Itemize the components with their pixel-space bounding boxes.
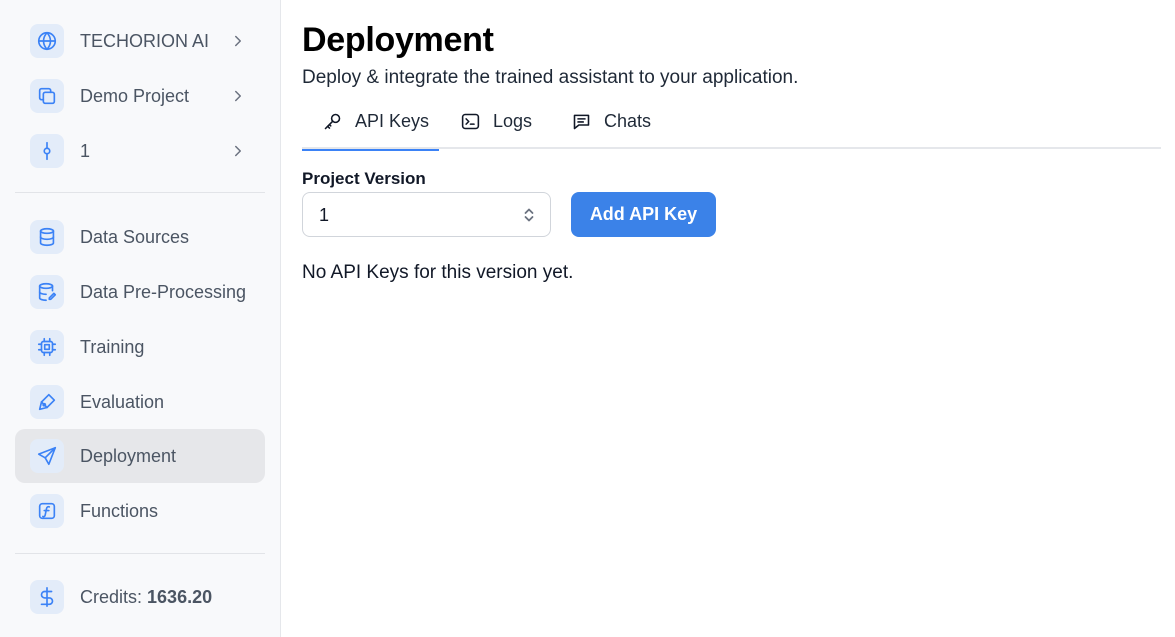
credits-display: Credits: 1636.20: [15, 570, 265, 624]
org-selector[interactable]: TECHORION AI: [15, 14, 265, 68]
tab-chats[interactable]: Chats: [570, 94, 651, 149]
tab-bar: API Keys Logs Chats: [302, 94, 1161, 151]
sidebar-item-training[interactable]: Training: [15, 320, 265, 374]
sidebar-item-label: Deployment: [80, 446, 177, 466]
git-commit-icon: [30, 134, 64, 168]
sidebar-item-label: Evaluation: [80, 392, 165, 412]
database-icon: [30, 220, 64, 254]
sidebar-item-data-pre-processing[interactable]: Data Pre-Processing: [15, 265, 265, 319]
tab-label: Logs: [493, 111, 533, 131]
tab-label: Chats: [604, 111, 652, 131]
cpu-icon: [30, 330, 64, 364]
sidebar-item-label: Functions: [80, 501, 159, 521]
terminal-icon: [459, 111, 481, 133]
empty-state-message: No API Keys for this version yet.: [302, 262, 574, 283]
sidebar-item-label: Data Sources: [80, 227, 190, 247]
credits-text: Credits: 1636.20: [80, 586, 212, 608]
credits-label: Credits:: [80, 587, 143, 607]
org-name: TECHORION AI: [80, 31, 210, 51]
chevron-right-icon: [229, 32, 247, 50]
main-content: Deployment Deploy & integrate the traine…: [302, 0, 1162, 637]
page-title: Deployment: [302, 21, 494, 59]
tab-api-keys[interactable]: API Keys: [302, 94, 439, 151]
sidebar-item-label: Training: [80, 337, 145, 357]
globe-icon: [30, 24, 64, 58]
chevron-right-icon: [229, 142, 247, 160]
copy-icon: [30, 79, 64, 113]
sidebar-item-label: Data Pre-Processing: [80, 282, 247, 302]
page-subtitle: Deploy & integrate the trained assistant…: [302, 67, 799, 88]
sidebar-item-functions[interactable]: Functions: [15, 484, 265, 538]
version-name: 1: [80, 141, 91, 161]
add-api-key-button[interactable]: Add API Key: [571, 192, 716, 237]
dollar-icon: [30, 580, 64, 614]
credits-value: 1636.20: [147, 587, 213, 607]
key-icon: [321, 111, 343, 133]
chevron-up-down-icon: [522, 207, 536, 223]
project-version-label: Project Version: [302, 169, 426, 188]
tab-logs[interactable]: Logs: [459, 94, 532, 149]
project-version-value: 1: [319, 205, 330, 225]
pen-tool-icon: [30, 385, 64, 419]
sidebar-item-data-sources[interactable]: Data Sources: [15, 210, 265, 264]
project-version-select[interactable]: 1: [302, 192, 551, 237]
sidebar-item-evaluation[interactable]: Evaluation: [15, 375, 265, 429]
database-edit-icon: [30, 275, 64, 309]
chevron-right-icon: [229, 87, 247, 105]
project-selector[interactable]: Demo Project: [15, 69, 265, 123]
version-selector[interactable]: 1: [15, 124, 265, 178]
sidebar-divider: [15, 553, 265, 554]
sidebar: TECHORION AI Demo Project 1 Data Sources…: [0, 0, 281, 637]
send-icon: [30, 439, 64, 473]
tab-label: API Keys: [355, 111, 430, 131]
sidebar-item-deployment[interactable]: Deployment: [15, 429, 265, 483]
message-square-icon: [570, 111, 592, 133]
sidebar-divider: [15, 192, 265, 193]
project-name: Demo Project: [80, 86, 190, 106]
function-icon: [30, 494, 64, 528]
